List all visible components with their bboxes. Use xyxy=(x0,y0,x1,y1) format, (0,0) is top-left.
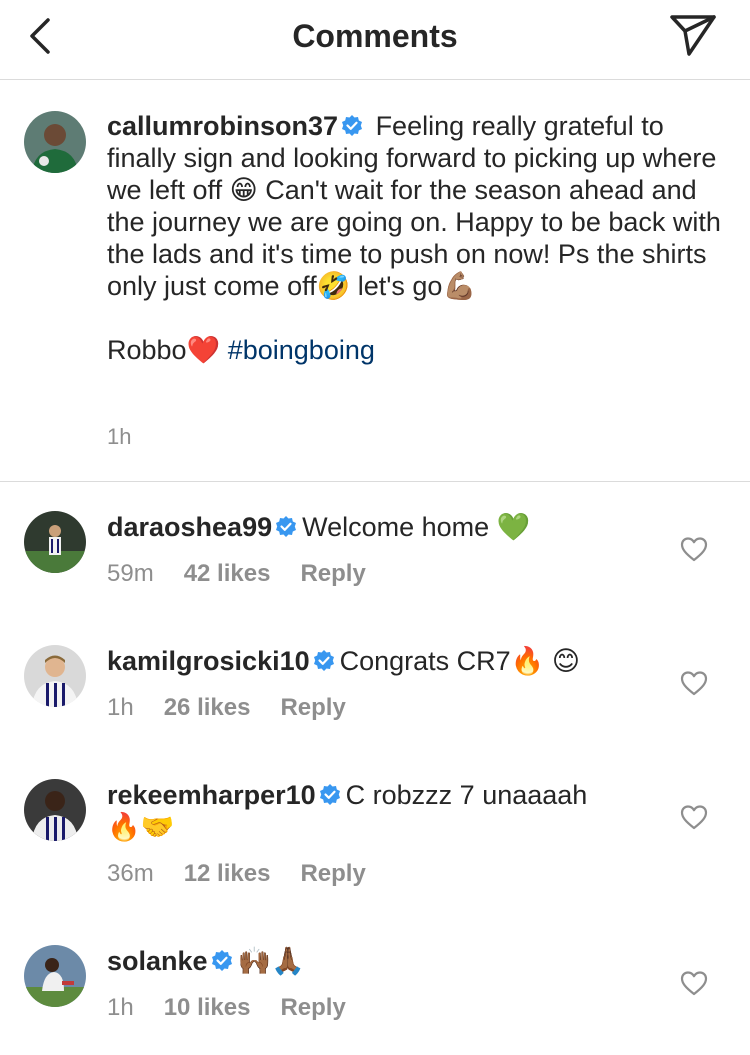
caption-text: callumrobinson37 Feeling really grateful… xyxy=(107,110,732,366)
likes-count[interactable]: 42 likes xyxy=(184,560,271,587)
avatar[interactable] xyxy=(24,511,86,573)
avatar[interactable] xyxy=(24,779,86,841)
comment-text: solanke 🙌🏾🙏🏾 xyxy=(107,945,667,977)
comment-body: Congrats CR7 xyxy=(339,646,511,676)
verified-badge-icon xyxy=(319,784,340,805)
caption-signoff: Robbo xyxy=(107,335,187,365)
likes-count[interactable]: 12 likes xyxy=(184,860,271,887)
comment-text: daraoshea99 Welcome home 💚 xyxy=(107,511,667,543)
comment-meta: 1h 26 likes Reply xyxy=(107,694,376,722)
comment-timestamp: 36m xyxy=(107,860,154,887)
hashtag-link[interactable]: #boingboing xyxy=(228,335,375,365)
likes-count[interactable]: 26 likes xyxy=(164,694,251,721)
heart-icon[interactable] xyxy=(680,804,708,830)
comment-body: Welcome home xyxy=(302,512,497,542)
comment-text: kamilgrosicki10 Congrats CR7🔥 😊 xyxy=(107,645,667,677)
heart-icon[interactable] xyxy=(680,536,708,562)
comment-meta: 59m 42 likes Reply xyxy=(107,560,396,588)
comment-meta: 1h 10 likes Reply xyxy=(107,994,376,1022)
green-heart-emoji: 💚 xyxy=(496,512,531,542)
comment-timestamp: 1h xyxy=(107,694,134,721)
avatar[interactable] xyxy=(24,111,86,173)
comment-text: rekeemharper10 C robzzz 7 unaaaah 🔥🤝 xyxy=(107,779,667,843)
comment-username[interactable]: solanke xyxy=(107,946,208,976)
caption-timestamp: 1h xyxy=(107,424,132,449)
comment-body: C robzzz 7 unaaaah xyxy=(345,780,588,810)
verified-badge-icon xyxy=(211,950,232,971)
reply-button[interactable]: Reply xyxy=(300,560,365,587)
heart-icon[interactable] xyxy=(680,670,708,696)
post-caption: callumrobinson37 Feeling really grateful… xyxy=(0,80,750,482)
comment-meta: 36m 12 likes Reply xyxy=(107,860,396,888)
verified-badge-icon xyxy=(276,516,297,537)
verified-badge-icon xyxy=(342,115,363,136)
raised-hands-pray-emoji: 🙌🏾🙏🏾 xyxy=(237,946,305,976)
avatar[interactable] xyxy=(24,645,86,707)
grinning-emoji: 😁 xyxy=(229,175,258,205)
comment-timestamp: 59m xyxy=(107,560,154,587)
caption-body-3: let's go xyxy=(350,271,443,301)
top-bar: Comments xyxy=(0,0,750,80)
red-heart-emoji: ❤️ xyxy=(186,335,221,365)
likes-count[interactable]: 10 likes xyxy=(164,994,251,1021)
caption-username[interactable]: callumrobinson37 xyxy=(107,111,338,141)
heart-icon[interactable] xyxy=(680,970,708,996)
rofl-emoji: 🤣 xyxy=(316,271,351,301)
reply-button[interactable]: Reply xyxy=(280,694,345,721)
comment-username[interactable]: rekeemharper10 xyxy=(107,780,316,810)
reply-button[interactable]: Reply xyxy=(300,860,365,887)
fire-handshake-emoji: 🔥🤝 xyxy=(107,812,175,842)
comment-username[interactable]: daraoshea99 xyxy=(107,512,272,542)
flexed-biceps-emoji: 💪🏽 xyxy=(442,271,477,301)
reply-button[interactable]: Reply xyxy=(280,994,345,1021)
comment-timestamp: 1h xyxy=(107,994,134,1021)
verified-badge-icon xyxy=(313,650,334,671)
fire-smile-emoji: 🔥 😊 xyxy=(510,646,580,676)
comment-username[interactable]: kamilgrosicki10 xyxy=(107,646,310,676)
avatar[interactable] xyxy=(24,945,86,1007)
paper-plane-icon[interactable] xyxy=(668,12,718,58)
page-title: Comments xyxy=(292,18,458,54)
